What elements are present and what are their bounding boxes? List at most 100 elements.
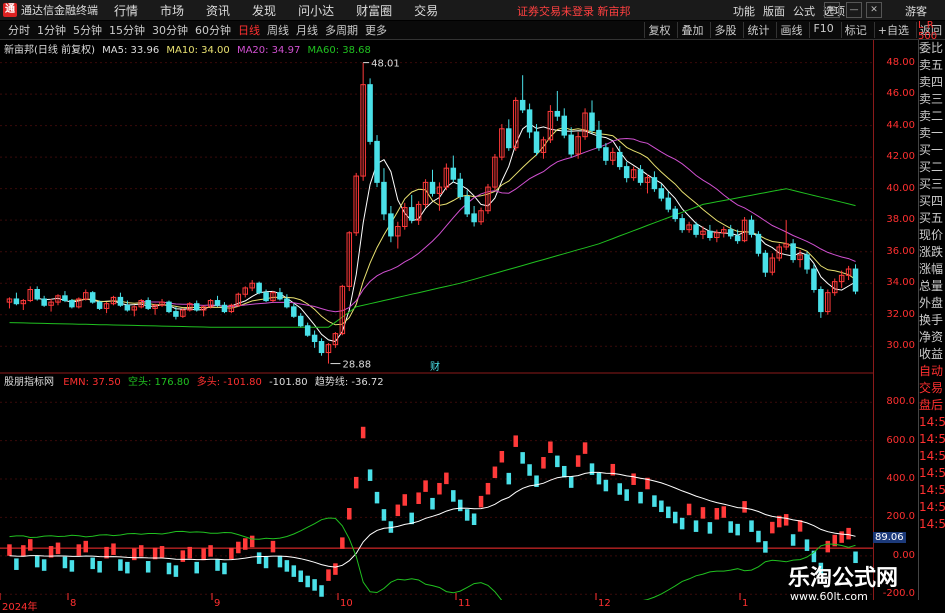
right-menu-0[interactable]: 功能 — [733, 5, 755, 18]
period-tab-6[interactable]: 日线 — [238, 22, 260, 38]
sub-bar — [55, 542, 61, 555]
sub-bar — [763, 541, 768, 553]
sub-bar — [430, 497, 435, 510]
sub-bar — [756, 530, 761, 543]
close-icon[interactable]: ✕ — [866, 2, 882, 18]
candle — [166, 301, 172, 313]
sub-tick-1: 600.0 — [886, 434, 915, 446]
sub-bar — [7, 544, 12, 556]
guest-label[interactable]: 游客 — [905, 3, 927, 19]
sub-bar — [374, 491, 380, 504]
toolbar-btn-6[interactable]: 标记 — [840, 22, 870, 38]
sub-bar — [14, 558, 19, 570]
sub-bar — [34, 555, 40, 568]
period-tab-5[interactable]: 60分钟 — [195, 22, 231, 38]
candle — [263, 292, 269, 302]
sub-bar — [492, 466, 498, 479]
sub-bar — [69, 560, 75, 572]
menu-5[interactable]: 财富圈 — [356, 4, 392, 18]
sub-bar — [118, 559, 123, 571]
sub-bar — [326, 569, 331, 581]
candle — [672, 208, 678, 220]
period-tab-10[interactable]: 更多 — [365, 22, 387, 38]
candle — [429, 181, 436, 194]
toolbar-btn-3[interactable]: 统计 — [743, 22, 772, 38]
sub-bar — [846, 527, 851, 540]
toolbar-btn-5[interactable]: F10 — [809, 22, 836, 38]
toolbar-btn-2[interactable]: 多股 — [710, 22, 739, 38]
candle — [790, 243, 796, 261]
quote-field-7: 买二 — [919, 160, 944, 174]
ma20-line — [141, 137, 856, 313]
sub-bar — [541, 457, 546, 469]
toolbar-btn-0[interactable]: 复权 — [644, 22, 673, 38]
candle — [193, 303, 200, 311]
right-menu-1[interactable]: 版面 — [763, 5, 785, 18]
sub-legend: 股朋指标网 EMN: 37.50 空头: 176.80 多头: -101.80 … — [4, 373, 384, 388]
menu-0[interactable]: 行情 — [114, 4, 138, 18]
candle — [616, 151, 623, 168]
candle — [568, 134, 574, 155]
menu-1[interactable]: 市场 — [160, 4, 184, 18]
period-tab-3[interactable]: 15分钟 — [109, 22, 145, 38]
sub-bar — [194, 561, 199, 574]
sub-bar — [728, 521, 733, 533]
menu-6[interactable]: 交易 — [414, 4, 438, 18]
candle — [804, 254, 810, 270]
candle — [381, 181, 387, 215]
toolbar-btn-7[interactable]: +自选 — [873, 22, 912, 38]
candle — [554, 110, 561, 117]
menu-4[interactable]: 问小达 — [298, 4, 334, 18]
candle — [679, 218, 685, 231]
quote-field-14: 总量 — [919, 279, 944, 293]
sub-bar — [173, 565, 179, 577]
sub-bar — [478, 495, 484, 508]
menu-3[interactable]: 发现 — [252, 4, 276, 18]
quote-field-26: 14:56 — [919, 483, 945, 497]
sub-bar — [138, 545, 144, 557]
sub-bar — [319, 585, 324, 597]
mail-icon[interactable]: ✉ — [824, 2, 840, 18]
panel-header: L R 500 — [918, 20, 938, 42]
sub-tick-0: 800.0 — [886, 396, 915, 408]
sub-bar — [714, 508, 720, 520]
right-menu-2[interactable]: 公式 — [793, 5, 815, 18]
candle — [658, 188, 665, 199]
period-tab-4[interactable]: 30分钟 — [152, 22, 188, 38]
minimize-icon[interactable]: — — [846, 2, 862, 18]
emn-label: EMN: 37.50 — [63, 377, 121, 388]
sub-bar — [589, 463, 595, 475]
period-tab-1[interactable]: 1分钟 — [37, 22, 66, 38]
candle — [707, 230, 713, 239]
toolbar-btn-1[interactable]: 叠加 — [677, 22, 706, 38]
candle — [117, 296, 124, 306]
sub-bar — [298, 570, 303, 583]
quote-field-25: 14:56 — [919, 466, 945, 480]
sub-bar — [700, 507, 706, 519]
sub-bar — [790, 534, 796, 546]
cursor-value-tag: 89.06 — [873, 531, 906, 543]
period-tab-2[interactable]: 5分钟 — [73, 22, 102, 38]
period-tab-8[interactable]: 月线 — [296, 22, 318, 38]
sub-tick-3: 200.0 — [886, 511, 915, 523]
period-tab-9[interactable]: 多周期 — [325, 22, 358, 38]
toolbar-btn-4[interactable]: 画线 — [776, 22, 805, 38]
price-tick-5: 38.00 — [886, 214, 915, 226]
candle — [665, 197, 672, 210]
period-tab-0[interactable]: 分时 — [8, 22, 30, 38]
sub-bar — [624, 489, 629, 501]
sub-bar — [62, 556, 68, 569]
price-tick-8: 32.00 — [886, 308, 915, 320]
menu-2[interactable]: 资讯 — [206, 4, 230, 18]
date-tick-4: 11 — [458, 598, 471, 609]
sub-bar — [485, 482, 491, 495]
candle — [464, 196, 470, 215]
sub-bar — [659, 500, 664, 513]
kline-chart[interactable]: 48.01 28.88 财 — [0, 40, 873, 600]
login-status[interactable]: 证券交易未登录 新亩邦 — [517, 3, 631, 19]
sub-bar — [693, 520, 699, 532]
quote-field-22: 14:56 — [919, 415, 945, 429]
period-tab-7[interactable]: 周线 — [267, 22, 289, 38]
price-tick-6: 36.00 — [886, 245, 915, 257]
quote-field-10: 买五 — [919, 211, 944, 225]
